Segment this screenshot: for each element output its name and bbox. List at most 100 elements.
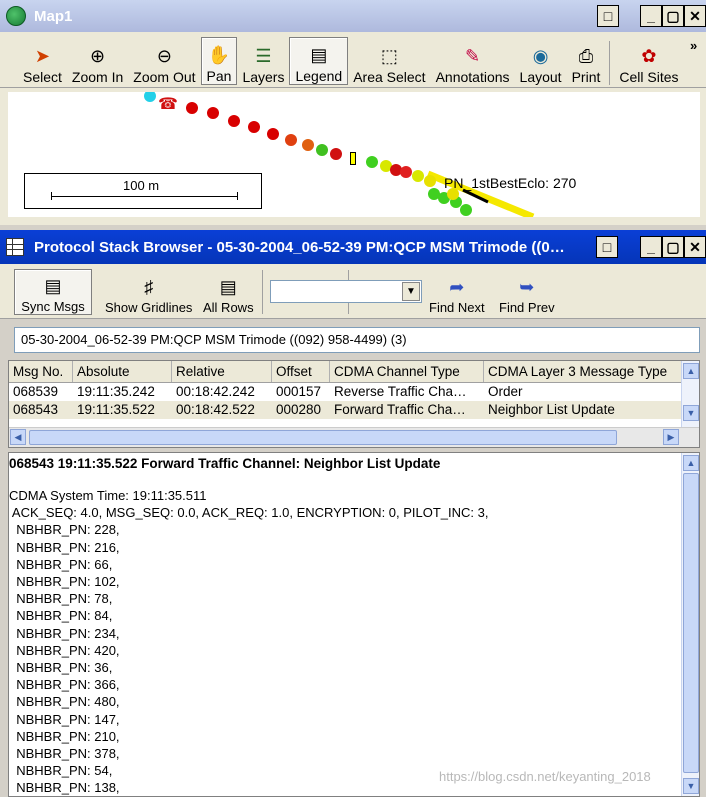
annotations-icon: ✎ <box>465 46 481 66</box>
detail-line: NBHBR_PN: 366, <box>9 677 120 693</box>
chevron-down-icon[interactable]: ▼ <box>402 282 420 301</box>
map-point <box>330 148 342 160</box>
all-rows-icon: ▤ <box>219 277 237 297</box>
show-gridlines-button[interactable]: ♯ Show Gridlines <box>100 269 197 315</box>
detail-line: NBHBR_PN: 84, <box>9 608 113 624</box>
grid-vertical-scrollbar[interactable]: ▲ ▼ <box>681 361 699 427</box>
maximize-button[interactable]: ▢ <box>662 236 684 258</box>
zoom-out-icon: ⊖ <box>156 46 172 66</box>
area-select-tool[interactable]: ⬚ Area Select <box>348 37 430 85</box>
scroll-down-button[interactable]: ▼ <box>683 778 699 794</box>
map-point <box>207 107 219 119</box>
toolbar-separator <box>609 41 611 85</box>
grid-header: Msg No. Absolute Relative Offset CDMA Ch… <box>9 361 699 383</box>
select-tool[interactable]: ➤ Select <box>18 37 67 85</box>
column-header[interactable]: Relative <box>172 361 272 382</box>
map-canvas[interactable]: ☎ PN_1stBestEclo: 270 100 m <box>8 92 700 217</box>
column-header[interactable]: CDMA Channel Type <box>330 361 484 382</box>
detail-line: CDMA System Time: 19:11:35.511 <box>9 488 207 503</box>
scale-bar: 100 m <box>24 173 262 209</box>
close-button[interactable]: ✕ <box>684 236 706 258</box>
legend-tool[interactable]: ▤ Legend <box>289 37 349 85</box>
print-icon: ⎙ <box>578 46 594 66</box>
detail-line: NBHBR_PN: 102, <box>9 574 120 590</box>
map-point <box>412 170 424 182</box>
phone-icon: ☎ <box>158 96 178 113</box>
cell-sites-tool[interactable]: ✿ Cell Sites <box>614 37 683 85</box>
grid-horizontal-scrollbar[interactable]: ◀ ▶ <box>9 427 699 447</box>
map-point <box>248 121 260 133</box>
detail-spacer <box>9 471 699 487</box>
find-next-button[interactable]: ➦ Find Next <box>424 269 490 315</box>
map-point <box>267 128 279 140</box>
detail-vertical-scrollbar[interactable]: ▲ ▼ <box>681 453 699 796</box>
legend-icon: ▤ <box>310 45 328 65</box>
find-prev-button[interactable]: ➥ Find Prev <box>494 269 560 315</box>
message-grid[interactable]: Msg No. Absolute Relative Offset CDMA Ch… <box>8 360 700 448</box>
psb-window: Protocol Stack Browser - 05-30-2004_06-5… <box>0 230 706 264</box>
restore-button[interactable]: □ <box>597 5 619 27</box>
globe-icon <box>6 6 26 26</box>
find-prev-icon: ➥ <box>519 277 535 297</box>
scroll-left-button[interactable]: ◀ <box>10 429 26 445</box>
watermark: https://blog.csdn.net/keyanting_2018 <box>439 769 651 784</box>
map-pn-label: PN_1stBestEclo: 270 <box>444 175 577 191</box>
layers-tool[interactable]: ☰ Layers <box>237 37 289 85</box>
layout-tool[interactable]: ◉ Layout <box>515 37 567 85</box>
scale-line <box>51 196 237 197</box>
detail-line: NBHBR_PN: 420, <box>9 642 120 658</box>
map-point <box>302 139 314 151</box>
detail-line: NBHBR_PN: 66, <box>9 556 113 572</box>
zoom-out-tool[interactable]: ⊖ Zoom Out <box>128 37 200 85</box>
column-header[interactable]: Offset <box>272 361 330 382</box>
map-point <box>366 156 378 168</box>
toolbar-separator <box>262 270 263 314</box>
zoom-in-icon: ⊕ <box>90 46 106 66</box>
log-info-field: 05-30-2004_06-52-39 PM:QCP MSM Trimode (… <box>14 327 700 353</box>
layers-icon: ☰ <box>255 46 272 66</box>
search-combo[interactable]: ▼ <box>270 280 422 303</box>
detail-lines: CDMA System Time: 19:11:35.511 ACK_SEQ: … <box>9 487 699 796</box>
map-point <box>460 204 472 216</box>
minimize-button[interactable]: _ <box>640 5 662 27</box>
gridlines-icon: ♯ <box>144 277 154 297</box>
column-header[interactable]: Msg No. <box>9 361 73 382</box>
zoom-in-tool[interactable]: ⊕ Zoom In <box>67 37 128 85</box>
map-title: Map1 <box>34 7 73 25</box>
detail-line: ACK_SEQ: 4.0, MSG_SEQ: 0.0, ACK_REQ: 1.0… <box>9 505 489 521</box>
scale-tick-left <box>51 192 52 200</box>
scroll-thumb[interactable] <box>29 430 617 445</box>
detail-line: NBHBR_PN: 210, <box>9 728 120 744</box>
scroll-right-button[interactable]: ▶ <box>663 429 679 445</box>
cell-sites-icon: ✿ <box>641 46 657 66</box>
print-tool[interactable]: ⎙ Print <box>567 37 606 85</box>
table-row-selected[interactable]: 068543 19:11:35.522 00:18:42.522 000280 … <box>9 401 699 419</box>
all-rows-button[interactable]: ▤ All Rows <box>198 269 259 315</box>
column-header[interactable]: CDMA Layer 3 Message Type <box>484 361 682 382</box>
column-header[interactable]: Absolute <box>73 361 172 382</box>
annotations-tool[interactable]: ✎ Annotations <box>431 37 515 85</box>
detail-line: NBHBR_PN: 234, <box>9 625 120 641</box>
scroll-down-button[interactable]: ▼ <box>683 405 699 421</box>
close-button[interactable]: ✕ <box>684 5 706 27</box>
pan-tool[interactable]: ✋ Pan <box>200 37 238 85</box>
scroll-up-button[interactable]: ▲ <box>683 455 699 471</box>
detail-line: NBHBR_PN: 36, <box>9 660 113 676</box>
restore-button[interactable]: □ <box>596 236 618 258</box>
map-point <box>285 134 297 146</box>
minimize-button[interactable]: _ <box>640 236 662 258</box>
detail-line: NBHBR_PN: 78, <box>9 591 113 607</box>
map-toolbar: ➤ Select ⊕ Zoom In ⊖ Zoom Out ✋ Pan ☰ Layers … <box>0 32 706 88</box>
detail-header: 068543 19:11:35.522 Forward Traffic Chan… <box>9 456 441 471</box>
maximize-button[interactable]: ▢ <box>662 5 684 27</box>
toolbar-overflow-button[interactable]: » <box>690 38 697 53</box>
detail-line: NBHBR_PN: 147, <box>9 711 120 727</box>
scale-tick-right <box>237 192 238 200</box>
map-point <box>400 166 412 178</box>
scroll-up-button[interactable]: ▲ <box>683 363 699 379</box>
scroll-thumb[interactable] <box>683 473 699 773</box>
map-point <box>228 115 240 127</box>
table-row[interactable]: 068539 19:11:35.242 00:18:42.242 000157 … <box>9 383 699 401</box>
message-detail-pane[interactable]: 068543 19:11:35.522 Forward Traffic Chan… <box>8 452 700 797</box>
sync-msgs-button[interactable]: ▤ Sync Msgs <box>14 269 92 315</box>
